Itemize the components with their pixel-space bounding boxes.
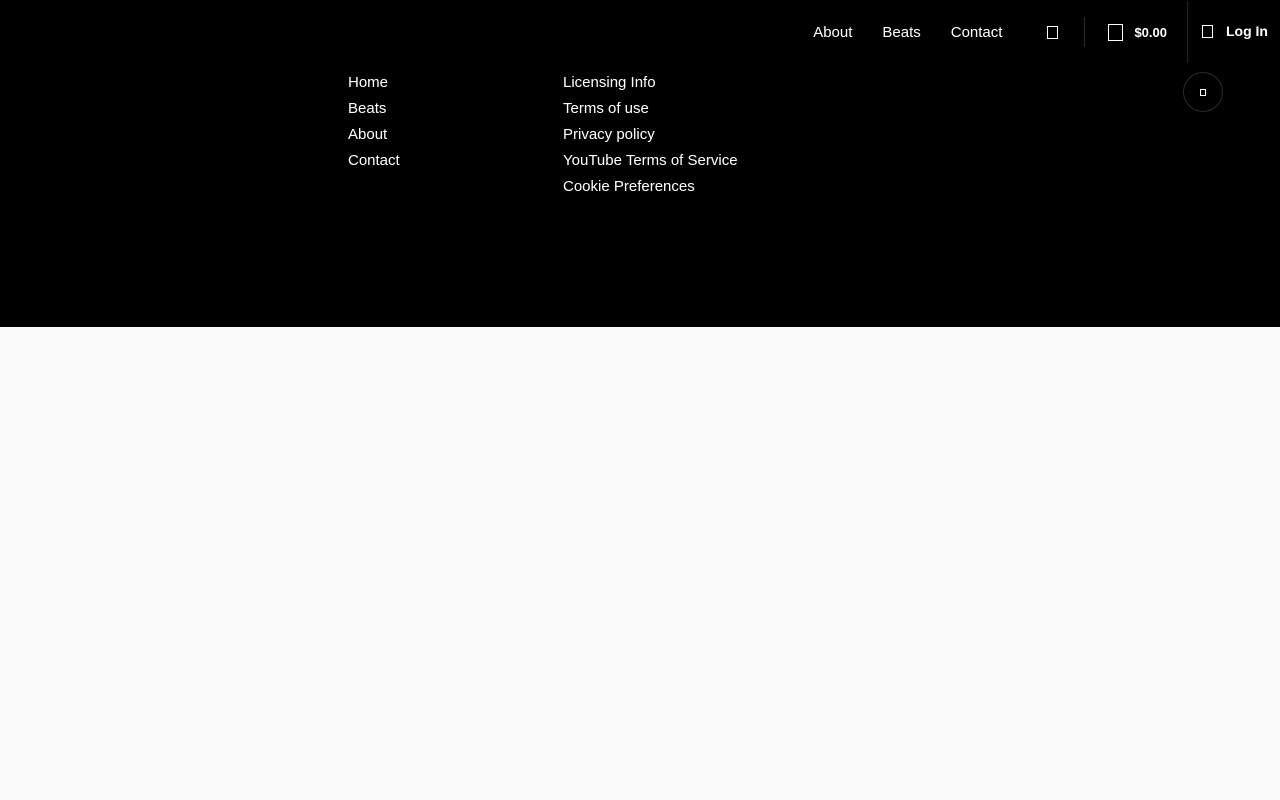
- menu-item-contact[interactable]: Contact: [348, 148, 400, 174]
- nav-link-about[interactable]: About: [813, 24, 852, 41]
- search-button[interactable]: [1042, 20, 1062, 44]
- nav-link-beats[interactable]: Beats: [882, 24, 920, 41]
- top-nav: About Beats Contact $0.00 Log In: [813, 0, 1280, 64]
- cart-button[interactable]: $0.00: [1085, 23, 1187, 41]
- search-icon: [1046, 25, 1058, 39]
- menu-item-terms-of-use[interactable]: Terms of use: [563, 96, 738, 122]
- menu-item-cookie-preferences[interactable]: Cookie Preferences: [563, 174, 738, 200]
- menu-item-home[interactable]: Home: [348, 70, 400, 96]
- nav-link-contact[interactable]: Contact: [951, 24, 1003, 41]
- cart-total: $0.00: [1134, 24, 1167, 40]
- menu-item-about[interactable]: About: [348, 122, 400, 148]
- menu-column-legal: Licensing Info Terms of use Privacy poli…: [563, 70, 738, 200]
- menu-column-main: Home Beats About Contact: [348, 70, 400, 174]
- page-content: [0, 327, 1280, 800]
- cart-icon: [1108, 23, 1124, 41]
- menu-item-youtube-terms[interactable]: YouTube Terms of Service: [563, 148, 738, 174]
- login-button[interactable]: Log In: [1188, 23, 1280, 39]
- menu-item-privacy-policy[interactable]: Privacy policy: [563, 122, 738, 148]
- site-header: About Beats Contact $0.00 Log In Home Be…: [0, 0, 1280, 327]
- menu-item-licensing-info[interactable]: Licensing Info: [563, 70, 738, 96]
- login-label: Log In: [1226, 23, 1268, 39]
- menu-close-button[interactable]: [1183, 72, 1223, 112]
- menu-item-beats[interactable]: Beats: [348, 96, 400, 122]
- user-icon: [1202, 24, 1213, 38]
- close-icon: [1200, 88, 1206, 96]
